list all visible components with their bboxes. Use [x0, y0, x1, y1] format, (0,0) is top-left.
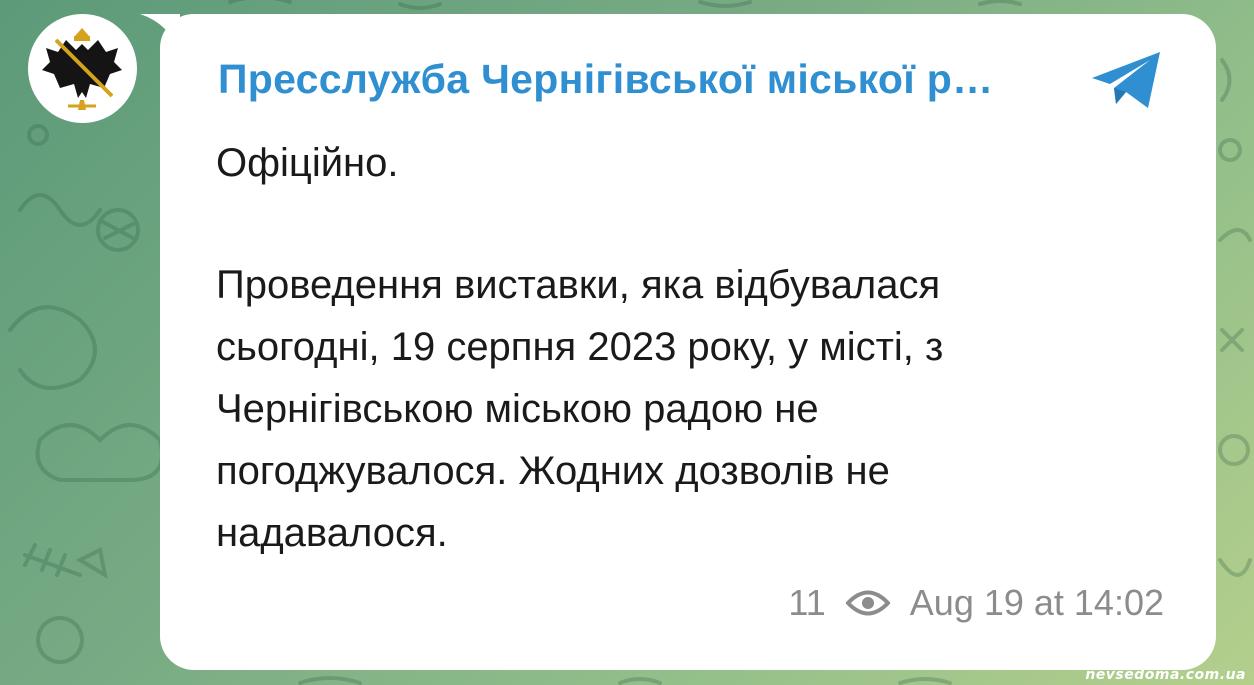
message-timestamp: Aug 19 at 14:02 — [909, 582, 1164, 623]
eye-icon — [845, 590, 890, 616]
channel-avatar[interactable] — [28, 14, 137, 123]
chat-screen: { "background": { "colors": ["#5c9a79", … — [0, 0, 1254, 685]
message-meta: 11 Aug 19 at 14:02 — [788, 582, 1164, 624]
message-line: Чернігівською міською радою не — [216, 387, 819, 431]
message-line: погоджувалося. Жодних дозволів не — [216, 449, 890, 493]
channel-name[interactable]: Пресслужба Чернігівської міської р… — [218, 56, 993, 103]
message-text-first: Офіційно. — [216, 141, 399, 185]
message-line: Проведення виставки, яка відбувалася — [216, 263, 941, 307]
message-bubble[interactable]: Пресслужба Чернігівської міської р… Офіц… — [160, 14, 1216, 670]
source-watermark: nevsedoma.com.ua — [1085, 667, 1246, 683]
view-count: 11 — [788, 582, 826, 623]
telegram-share-icon[interactable] — [1088, 48, 1168, 112]
message-line: сьогодні, 19 серпня 2023 року, у місті, … — [216, 325, 944, 369]
message-line: надавалося. — [216, 511, 448, 555]
message-body: Проведення виставки, яка відбувалася сьо… — [216, 254, 943, 564]
chernihiv-coat-of-arms-icon — [42, 28, 122, 110]
